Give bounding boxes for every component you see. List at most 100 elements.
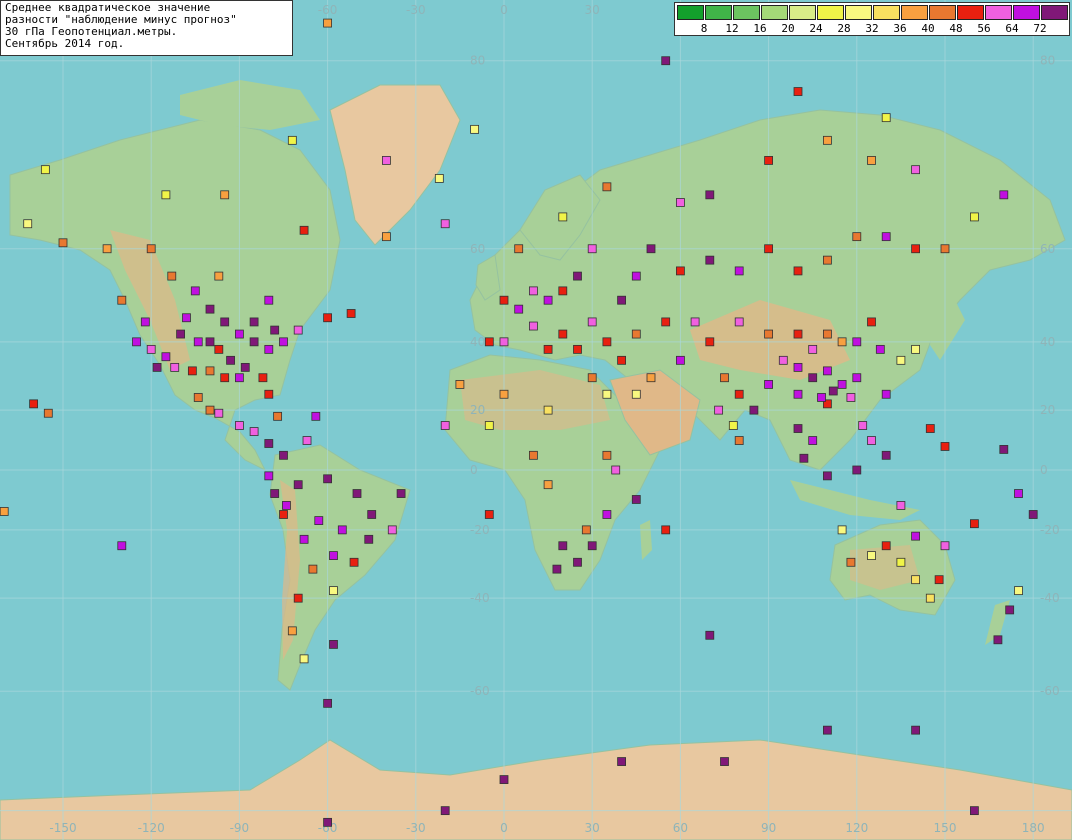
station-marker xyxy=(867,156,876,165)
station-marker xyxy=(29,399,39,409)
station-marker xyxy=(705,190,715,200)
station-marker xyxy=(323,817,333,827)
station-marker xyxy=(308,564,318,574)
station-marker xyxy=(676,355,685,365)
station-marker xyxy=(587,317,597,327)
station-marker xyxy=(102,244,112,254)
station-marker xyxy=(881,450,891,460)
station-marker xyxy=(823,471,832,481)
station-marker xyxy=(793,424,803,433)
station-marker xyxy=(852,337,862,347)
world-map: -150-150-120-120-90-90-60-60-30-30003030… xyxy=(0,0,1072,840)
station-marker xyxy=(484,421,494,430)
station-marker xyxy=(911,344,920,354)
station-marker xyxy=(499,775,509,784)
station-marker xyxy=(1028,510,1038,519)
station-marker xyxy=(23,219,33,229)
station-marker xyxy=(611,465,621,475)
station-marker xyxy=(734,317,744,327)
station-marker xyxy=(434,174,444,183)
station-marker xyxy=(161,190,171,200)
lon-tick-label: -120 xyxy=(138,821,165,835)
station-marker xyxy=(279,337,288,347)
station-marker xyxy=(0,507,9,516)
station-marker xyxy=(117,295,127,305)
station-marker xyxy=(514,304,524,314)
station-marker xyxy=(279,510,288,519)
station-marker xyxy=(323,18,333,28)
lon-tick-label: -60 xyxy=(318,3,338,17)
station-marker xyxy=(214,408,224,418)
legend-swatch xyxy=(873,5,900,20)
station-marker xyxy=(896,355,906,365)
station-marker xyxy=(514,244,524,254)
station-marker xyxy=(190,286,200,296)
station-marker xyxy=(484,510,494,519)
station-marker xyxy=(970,212,979,222)
station-marker xyxy=(543,405,553,415)
lon-tick-label: 150 xyxy=(934,821,957,835)
station-marker xyxy=(1005,605,1015,615)
station-marker xyxy=(264,439,274,448)
station-marker xyxy=(1014,586,1023,596)
station-marker xyxy=(867,436,876,445)
station-marker xyxy=(58,238,68,248)
station-marker xyxy=(220,373,230,383)
station-marker xyxy=(808,436,818,445)
legend-label: 72 xyxy=(1033,22,1047,35)
station-marker xyxy=(705,630,715,640)
station-marker xyxy=(234,421,244,430)
station-marker xyxy=(193,337,203,347)
map-title-box: Среднее квадратическое значение разности… xyxy=(0,0,293,56)
legend-swatch xyxy=(677,5,704,20)
station-marker xyxy=(264,471,274,481)
station-marker xyxy=(543,295,553,305)
lat-tick-label: -40 xyxy=(1040,591,1060,605)
station-marker xyxy=(734,436,744,445)
lat-tick-label: -20 xyxy=(1040,523,1060,537)
station-marker xyxy=(764,156,773,165)
lon-tick-label: 180 xyxy=(1022,821,1045,835)
station-marker xyxy=(808,373,818,383)
station-marker xyxy=(287,135,297,145)
station-marker xyxy=(558,212,568,222)
station-marker xyxy=(287,626,297,636)
station-marker xyxy=(828,386,838,396)
station-marker xyxy=(455,380,465,389)
station-marker xyxy=(226,355,235,365)
station-marker xyxy=(925,593,935,603)
station-marker xyxy=(661,56,671,66)
station-marker xyxy=(837,380,847,389)
station-marker xyxy=(470,124,480,134)
legend-label: 28 xyxy=(837,22,851,35)
legend-label: 48 xyxy=(949,22,963,35)
station-marker xyxy=(264,295,274,305)
station-marker xyxy=(146,244,156,254)
lat-tick-label: 80 xyxy=(470,54,485,68)
station-marker xyxy=(273,411,283,421)
map-view: -150-150-120-120-90-90-60-60-30-30003030… xyxy=(0,0,1072,840)
station-marker xyxy=(187,366,197,376)
title-line-4: Сентябрь 2014 год. xyxy=(5,37,125,50)
station-marker xyxy=(170,362,180,372)
station-marker xyxy=(558,329,568,339)
station-marker xyxy=(352,489,362,498)
legend-swatch xyxy=(705,5,732,20)
station-marker xyxy=(270,325,280,335)
station-marker xyxy=(581,525,591,535)
station-marker xyxy=(823,329,832,339)
station-marker xyxy=(852,373,862,383)
lon-tick-label: 0 xyxy=(500,3,508,17)
station-marker xyxy=(793,266,803,276)
station-marker xyxy=(499,295,509,305)
legend-swatch xyxy=(817,5,844,20)
station-marker xyxy=(720,757,729,766)
station-marker xyxy=(152,362,162,372)
station-marker xyxy=(573,271,582,281)
legend-swatch xyxy=(1013,5,1040,20)
station-marker xyxy=(573,557,582,567)
station-marker xyxy=(799,453,809,463)
station-marker xyxy=(587,373,597,383)
station-marker xyxy=(323,698,333,708)
lon-tick-label: 90 xyxy=(761,821,776,835)
